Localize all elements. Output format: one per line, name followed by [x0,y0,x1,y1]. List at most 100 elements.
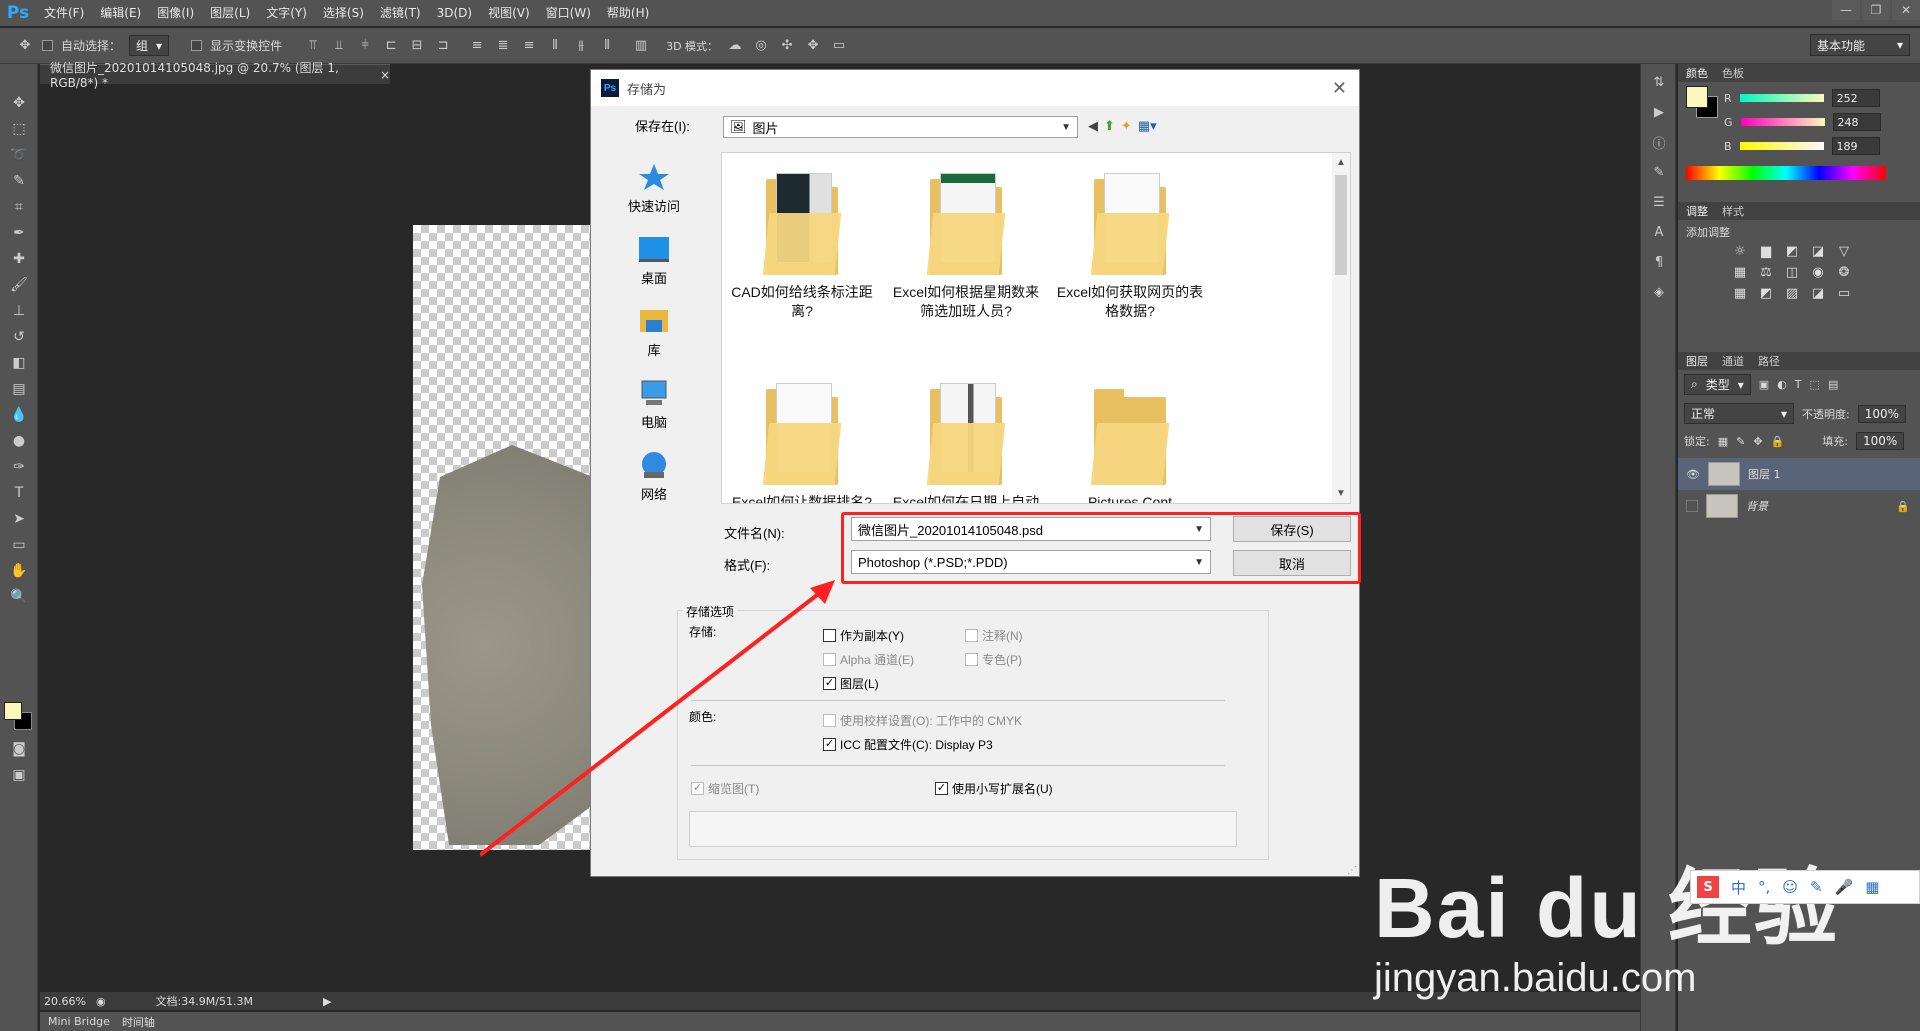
align-bottom-icon[interactable]: ⫩ [356,37,374,55]
up-folder-icon[interactable]: ⬆ [1104,118,1115,134]
clone-stamp-tool-icon[interactable]: ⊥ [0,298,38,324]
fill-input[interactable]: 100% [1855,432,1905,450]
dodge-tool-icon[interactable]: ● [0,428,38,454]
zoom-readout[interactable]: 20.66% [44,995,86,1008]
3d-panel-icon[interactable]: ◈ [1641,280,1677,304]
distribute-left-icon[interactable]: ⫴ [546,37,564,55]
actions-panel-icon[interactable]: ▶ [1641,100,1677,124]
align-top-icon[interactable]: ⫪ [304,37,322,55]
folder-item[interactable]: Pictures Cont [1050,383,1210,503]
align-vcenter-icon[interactable]: ⫫ [330,37,348,55]
blur-tool-icon[interactable]: 💧 [0,402,38,428]
opacity-input[interactable]: 100% [1857,404,1907,423]
checkbox-checked[interactable]: ✓ [935,782,948,795]
rectangle-tool-icon[interactable]: ▭ [0,532,38,558]
rotate-3d-icon[interactable]: ☁ [726,37,744,55]
place-quick-access[interactable]: 快速访问 [599,152,709,224]
filter-type-icon[interactable]: T [1795,378,1802,391]
color-lookup-icon[interactable]: ▦ [1728,286,1752,301]
opt-lowercase[interactable]: ✓ 使用小写扩展名(U) [935,780,1053,797]
history-brush-tool-icon[interactable]: ↺ [0,324,38,350]
auto-select-checkbox[interactable] [42,40,53,51]
roll-3d-icon[interactable]: ◎ [752,37,770,55]
tab-adjustments[interactable]: 调整 [1686,203,1708,219]
align-left-icon[interactable]: ⊏ [382,37,400,55]
checkbox-checked[interactable]: ✓ [823,677,836,690]
r-slider[interactable] [1739,94,1824,102]
lock-pixels-icon[interactable]: ✎ [1736,435,1745,448]
color-balance-icon[interactable]: ⚖ [1754,265,1778,280]
folder-item[interactable]: CAD如何给线条标注距离? [722,173,882,321]
menu-edit[interactable]: 编辑(E) [92,0,149,26]
channel-mixer-icon[interactable]: ❂ [1832,265,1856,280]
eye-icon[interactable]: 👁 [1686,468,1700,481]
place-desktop[interactable]: 桌面 [599,224,709,296]
healing-brush-tool-icon[interactable]: ✚ [0,246,38,272]
marquee-tool-icon[interactable]: ⬚ [0,116,38,142]
tab-layers[interactable]: 图层 [1686,353,1708,369]
g-slider[interactable] [1740,118,1825,126]
eraser-tool-icon[interactable]: ◧ [0,350,38,376]
scroll-up-icon[interactable]: ▲ [1336,157,1346,168]
align-hcenter-icon[interactable]: ⊟ [408,37,426,55]
checkbox-checked[interactable]: ✓ [823,738,836,751]
lock-all-icon[interactable]: 🔒 [1771,435,1785,448]
character-panel-icon[interactable]: A [1641,220,1677,244]
place-libraries[interactable]: 库 [599,296,709,368]
paragraph-panel-icon[interactable]: ¶ [1641,250,1677,274]
vertical-scrollbar[interactable]: ▲ ▼ [1332,153,1350,503]
emoji-icon[interactable]: ☺ [1782,878,1798,896]
curves-icon[interactable]: ◩ [1780,244,1804,259]
posterize-icon[interactable]: ▨ [1780,286,1804,301]
distribute-hcenter-icon[interactable]: ⫵ [572,37,590,55]
close-tab-icon[interactable]: × [380,68,390,82]
move-tool-icon[interactable]: ✥ [0,90,38,116]
microphone-icon[interactable]: 🎤 [1835,878,1854,896]
panel-fg-swatch[interactable] [1686,86,1708,108]
hand-tool-icon[interactable]: ✋ [0,558,38,584]
handwrite-icon[interactable]: ✎ [1810,878,1823,896]
vibrance-icon[interactable]: ▽ [1832,244,1856,259]
distribute-top-icon[interactable]: ≡ [468,37,486,55]
status-icon[interactable]: ◉ [96,995,106,1008]
show-transform-checkbox[interactable] [191,40,203,51]
black-white-icon[interactable]: ◫ [1780,265,1804,280]
info-panel-icon[interactable]: ⓘ [1641,130,1677,154]
lock-transparent-icon[interactable]: ▦ [1718,435,1728,448]
document-tab[interactable]: 微信图片_20201014105048.jpg @ 20.7% (图层 1, R… [40,61,390,90]
pan-3d-icon[interactable]: ✣ [778,37,796,55]
tab-timeline[interactable]: 时间轴 [122,1014,155,1030]
folder-item[interactable]: Excel如何根据星期数来筛选加班人员? [886,173,1046,321]
lasso-tool-icon[interactable]: ➰ [0,142,38,168]
folder-item[interactable]: Excel如何让数据排名? [722,383,882,503]
threshold-icon[interactable]: ◪ [1806,286,1830,301]
place-network[interactable]: 网络 [599,440,709,512]
layer-row[interactable]: 👁 图层 1 [1678,458,1920,490]
ime-lang[interactable]: 中 [1731,877,1746,898]
tab-color[interactable]: 颜色 [1686,65,1708,81]
filter-pixel-icon[interactable]: ▣ [1759,378,1769,391]
scroll-down-icon[interactable]: ▼ [1336,488,1346,499]
levels-icon[interactable]: ▆ [1754,244,1778,259]
move-tool-icon[interactable]: ✥ [16,37,34,55]
slide-3d-icon[interactable]: ✥ [804,37,822,55]
brush-panel-icon[interactable]: ✎ [1641,160,1677,184]
path-select-tool-icon[interactable]: ➤ [0,506,38,532]
ime-punct[interactable]: °, [1758,878,1770,896]
toolbox-icon[interactable]: ▦ [1865,878,1879,896]
scale-3d-icon[interactable]: ▭ [830,37,848,55]
gradient-map-icon[interactable]: ▭ [1832,286,1856,301]
crop-tool-icon[interactable]: ⌗ [0,194,38,220]
history-panel-icon[interactable]: ⇅ [1641,70,1677,94]
layer-row[interactable]: 背景 🔒 [1678,490,1920,522]
gradient-tool-icon[interactable]: ▤ [0,376,38,402]
menu-type[interactable]: 文字(Y) [258,0,315,26]
resize-grip-icon[interactable]: ⋰ [1347,865,1357,876]
menu-image[interactable]: 图像(I) [149,0,202,26]
tab-paths[interactable]: 路径 [1758,353,1780,369]
opt-layers[interactable]: ✓ 图层(L) [823,675,879,692]
menu-help[interactable]: 帮助(H) [599,0,657,26]
r-input[interactable]: 252 [1831,89,1880,107]
distribute-bottom-icon[interactable]: ≡ [520,37,538,55]
menu-layer[interactable]: 图层(L) [202,0,258,26]
